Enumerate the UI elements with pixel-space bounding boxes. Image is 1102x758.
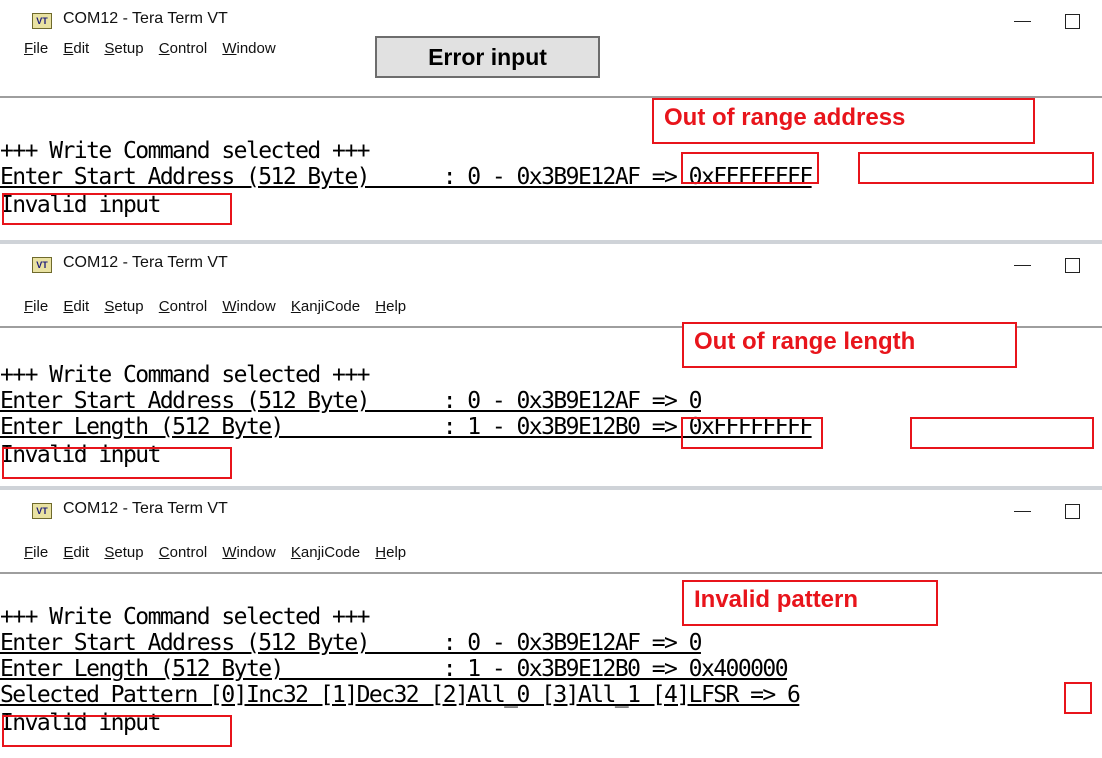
- menu-file[interactable]: File: [24, 544, 48, 561]
- highlight-entered-pattern: [1064, 682, 1092, 714]
- maximize-button[interactable]: [1060, 8, 1086, 34]
- menu-control[interactable]: Control: [159, 544, 207, 561]
- minimize-button[interactable]: [1010, 8, 1036, 34]
- menu-kanjicode[interactable]: KanjiCode: [291, 298, 360, 315]
- menu-setup[interactable]: Setup: [104, 298, 143, 315]
- menu-help[interactable]: Help: [375, 298, 406, 315]
- menu-setup[interactable]: Setup: [104, 40, 143, 57]
- menu-edit[interactable]: Edit: [63, 40, 89, 57]
- highlight-entered-value: [858, 152, 1094, 184]
- minimize-button[interactable]: [1010, 252, 1036, 278]
- maximize-button[interactable]: [1060, 252, 1086, 278]
- title-bar[interactable]: VT COM12 - Tera Term VT: [0, 490, 1102, 528]
- menu-setup[interactable]: Setup: [104, 544, 143, 561]
- window-title: COM12 - Tera Term VT: [63, 10, 228, 27]
- terminal-line: +++ Write Command selected +++: [0, 138, 370, 164]
- highlight-invalid-input: [2, 447, 232, 479]
- terminal-line: +++ Write Command selected +++: [0, 362, 370, 388]
- callout-invalid-pattern: Invalid pattern: [682, 580, 938, 626]
- terminal-line: Enter Start Address (512 Byte) : 0 - 0x3…: [0, 388, 703, 414]
- menu-help[interactable]: Help: [375, 544, 406, 561]
- teraterm-app-icon: VT: [32, 257, 52, 273]
- terminal-line: Selected Pattern [0]Inc32 [1]Dec32 [2]Al…: [0, 682, 801, 708]
- menu-window[interactable]: Window: [222, 544, 275, 561]
- menu-control[interactable]: Control: [159, 298, 207, 315]
- highlight-max-address: [681, 152, 819, 184]
- window-title: COM12 - Tera Term VT: [63, 254, 228, 271]
- menu-kanjicode[interactable]: KanjiCode: [291, 544, 360, 561]
- menu-control[interactable]: Control: [159, 40, 207, 57]
- terminal-line: +++ Write Command selected +++: [0, 604, 370, 630]
- maximize-button[interactable]: [1060, 498, 1086, 524]
- menu-file[interactable]: File: [24, 40, 48, 57]
- title-bar[interactable]: VT COM12 - Tera Term VT: [0, 244, 1102, 282]
- callout-out-of-range-length: Out of range length: [682, 322, 1017, 368]
- highlight-invalid-input: [2, 715, 232, 747]
- highlight-invalid-input: [2, 193, 232, 225]
- title-bar[interactable]: VT COM12 - Tera Term VT: [0, 0, 1102, 38]
- highlight-entered-length: [910, 417, 1094, 449]
- window-title: COM12 - Tera Term VT: [63, 500, 228, 517]
- menu-window[interactable]: Window: [222, 298, 275, 315]
- menu-edit[interactable]: Edit: [63, 544, 89, 561]
- menu-edit[interactable]: Edit: [63, 298, 89, 315]
- terminal-line: Enter Length (512 Byte) : 1 - 0x3B9E12B0…: [0, 656, 789, 682]
- menu-file[interactable]: File: [24, 298, 48, 315]
- menu-bar: File Edit Setup Control Window KanjiCode…: [24, 544, 417, 568]
- menu-bar: File Edit Setup Control Window: [24, 40, 287, 64]
- minimize-button[interactable]: [1010, 498, 1036, 524]
- menu-bar: File Edit Setup Control Window KanjiCode…: [24, 298, 417, 322]
- highlight-max-length: [681, 417, 823, 449]
- terminal-line: Enter Start Address (512 Byte) : 0 - 0x3…: [0, 630, 703, 656]
- teraterm-app-icon: VT: [32, 13, 52, 29]
- teraterm-app-icon: VT: [32, 503, 52, 519]
- error-input-label: Error input: [375, 36, 600, 78]
- callout-out-of-range-address: Out of range address: [652, 98, 1035, 144]
- menu-window[interactable]: Window: [222, 40, 275, 57]
